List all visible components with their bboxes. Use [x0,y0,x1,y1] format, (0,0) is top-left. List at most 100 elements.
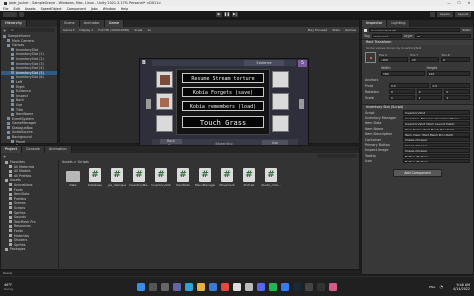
menu-help[interactable]: Help [121,7,129,11]
language-indicator[interactable]: ENG [429,285,435,289]
pause-button[interactable]: ❚❚ [223,12,230,17]
chat-icon[interactable] [172,282,181,291]
height-field[interactable]: 120 [426,71,470,76]
add-component-button[interactable]: Add Component [393,168,442,177]
menu-assets[interactable]: Assets [25,7,36,11]
scale-x-field[interactable]: 1 [389,95,415,100]
project-asset[interactable]: # InventorySlot [151,168,171,187]
project-asset[interactable]: # Quote_click... [261,168,281,187]
tab-scene[interactable]: Scene [60,20,80,27]
object-field[interactable]: Image (Image) [403,137,470,142]
menu-resume-button[interactable]: Resume Stream torture [182,73,264,83]
project-asset[interactable]: # Portrait [239,168,259,187]
chrome-icon[interactable] [220,282,229,291]
tab-inspector[interactable]: Inspector [362,20,388,27]
object-field[interactable]: InventorySlot (Item Layout Data) [403,121,470,126]
rotation-y-field[interactable]: 0 [416,89,443,94]
object-field[interactable]: Button (Button) [403,158,470,164]
steam-icon[interactable] [292,282,301,291]
play-mode-dropdown[interactable]: Play Focused [308,28,328,32]
pos-y-field[interactable]: 22 [410,57,439,62]
project-asset[interactable]: Data [63,168,83,187]
search-icon[interactable] [429,12,435,17]
close-button[interactable]: ✕ [464,1,474,5]
add-icon[interactable]: + [3,28,6,33]
anchors-foldout[interactable]: Anchors [365,78,378,82]
tab-game[interactable]: Game [104,20,125,27]
cloud-icon[interactable] [19,12,24,17]
store-icon[interactable] [208,282,217,291]
pos-x-field[interactable]: -100 [379,57,408,62]
discord-icon[interactable] [256,282,265,291]
rotation-z-field[interactable]: 0 [444,89,471,94]
game-mode-dropdown[interactable]: Game ▾ [63,28,74,32]
project-asset[interactable]: # ItemData [173,168,193,187]
hierarchy-search-input[interactable]: All [8,27,55,33]
tab-animator[interactable]: Animator [79,20,105,27]
object-field[interactable]: Item Name (Text Mesh Pro UGUI) [403,126,470,132]
inventory-slot-6[interactable] [272,115,289,132]
static-toggle[interactable]: Static [462,28,471,32]
project-asset[interactable]: # Movement [217,168,237,187]
scale-y-field[interactable]: 1 [416,95,443,100]
project-asset[interactable]: # InventoryMa... [129,168,149,187]
object-name-field[interactable]: InventorySlot (5) [369,27,461,33]
tab-animation[interactable]: Animation [44,146,72,153]
object-field[interactable]: Image (Image) [403,148,470,153]
task-view-icon[interactable] [160,282,169,291]
weather-widget[interactable]: 46°F Sunny [4,283,44,291]
step-button[interactable]: ▶| [231,12,238,17]
rotation-x-field[interactable]: 0 [389,89,415,94]
project-search-input[interactable] [317,153,357,159]
search-icon[interactable] [148,282,157,291]
terminal-icon[interactable] [316,282,325,291]
tab-console[interactable]: Console [21,146,45,153]
pos-z-field[interactable]: 0 [441,57,470,62]
inventory-slot-3[interactable] [156,115,173,132]
tag-dropdown[interactable]: Untagged [371,33,402,39]
stats-button[interactable]: Stats [332,28,340,32]
photos-icon[interactable] [328,282,337,291]
edge-icon[interactable] [184,282,193,291]
tab-hierarchy[interactable]: Hierarchy [1,20,27,27]
project-breadcrumb[interactable]: Assets > Scripts [62,160,89,164]
play-button[interactable]: ▶ [215,12,222,17]
object-field[interactable]: Image (Image) [403,142,470,148]
width-field[interactable]: 180 [381,71,425,76]
menu-edit[interactable]: Edit [14,7,20,11]
layer-dropdown[interactable]: UI [414,33,471,39]
left-arrow[interactable] [146,99,151,109]
menu-load-button[interactable]: Kobia remembers (load) [182,101,264,111]
menu-component[interactable]: Component [67,7,86,11]
unity-hub-icon[interactable] [232,282,241,291]
windows-start-icon[interactable] [136,282,145,291]
project-folder-item[interactable]: Packages [3,247,58,252]
file-explorer-icon[interactable] [196,282,205,291]
aspect-dropdown[interactable]: Full HD (1920x1080) [98,28,129,32]
object-field[interactable]: Inventory_Manager (InventoryMana [403,115,470,121]
menu-speedobject[interactable]: SpeedObject [41,7,62,11]
right-arrow[interactable] [299,99,304,109]
tab-lighting[interactable]: Lighting [387,20,411,27]
menu-touch-grass-button[interactable]: Touch Grass [182,116,264,128]
tab-project[interactable]: Project [1,146,22,153]
obs-icon[interactable] [304,282,313,291]
unity-editor-icon[interactable] [244,282,253,291]
account-button[interactable] [3,12,17,17]
minimize-button[interactable]: — [444,1,454,5]
inventory-slot-5[interactable] [272,93,289,110]
project-add-icon[interactable]: + [3,154,6,159]
object-field[interactable]: InventorySlot [403,110,470,115]
inventory-slot-1[interactable] [156,71,173,88]
object-field[interactable]: Button (Button) [403,153,470,159]
anchor-preset-icon[interactable] [365,52,376,63]
wifi-icon[interactable]: ◔ [440,284,444,289]
layers-dropdown[interactable]: Layers [436,12,453,17]
vscode-icon[interactable] [280,282,289,291]
menu-save-button[interactable]: Kobia Forgets (save) [182,87,264,97]
inventory-slot-4[interactable] [272,71,289,88]
scale-value[interactable]: 1x [147,28,151,32]
spotify-icon[interactable] [268,282,277,291]
display-dropdown[interactable]: Display 1 [79,28,93,32]
maximize-button[interactable]: ☐ [454,1,464,5]
